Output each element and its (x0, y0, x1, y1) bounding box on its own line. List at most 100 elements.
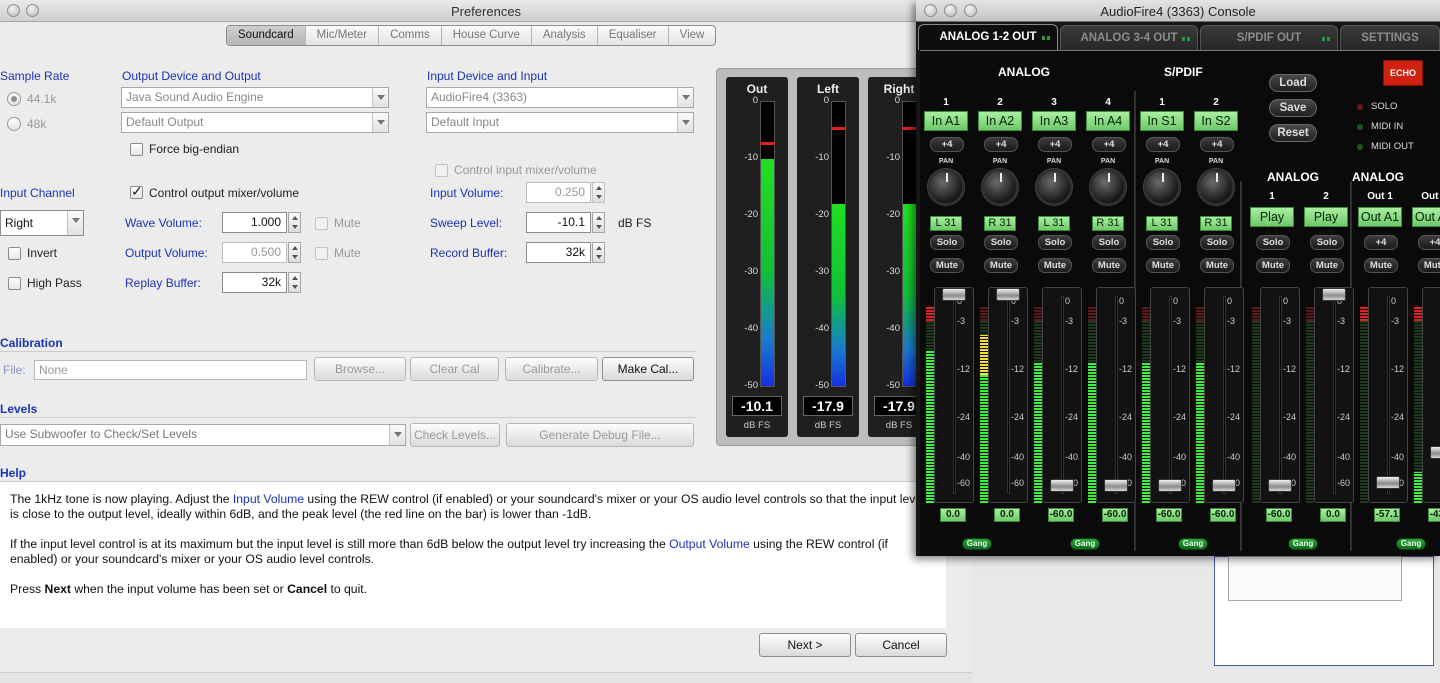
solo-button[interactable]: Solo (1256, 235, 1290, 250)
replay-buffer-field[interactable]: 32k (222, 272, 287, 293)
fader-track[interactable]: 0-3-12-24-40-60 (1422, 287, 1440, 503)
mute-button[interactable]: Mute (1310, 258, 1344, 273)
pan-knob-icon[interactable] (1144, 169, 1180, 205)
fader-track[interactable]: 0-3-12-24-40-60 (1204, 287, 1244, 503)
output-name-button[interactable]: Out A1 (1358, 207, 1402, 227)
output-device-select[interactable]: Java Sound Audio Engine (121, 87, 389, 108)
input-name-button[interactable]: In A1 (924, 111, 968, 131)
output-mute-checkbox[interactable] (315, 247, 328, 260)
output-volume-link[interactable]: Output Volume (669, 537, 750, 551)
force-big-endian-checkbox[interactable] (130, 143, 143, 156)
tab-comms[interactable]: Comms (379, 26, 442, 45)
mute-button[interactable]: Mute (930, 258, 964, 273)
input-name-button[interactable]: In A2 (978, 111, 1022, 131)
plus4-button[interactable]: +4 (984, 137, 1018, 152)
mute-button[interactable]: Mute (1038, 258, 1072, 273)
mute-button[interactable]: Mute (1364, 258, 1398, 273)
cancel-button[interactable]: Cancel (855, 633, 947, 657)
tab-equaliser[interactable]: Equaliser (598, 26, 669, 45)
wave-volume-field[interactable]: 1.000 (222, 212, 287, 233)
fader-handle[interactable] (1158, 479, 1182, 492)
clear-cal-button[interactable]: Clear Cal (410, 357, 499, 381)
check-levels-button[interactable]: Check Levels... (410, 423, 500, 447)
mute-button[interactable]: Mute (1146, 258, 1180, 273)
fader-handle[interactable] (1104, 479, 1128, 492)
gang-button[interactable]: Gang (962, 538, 992, 550)
pan-knob-icon[interactable] (1036, 169, 1072, 205)
plus4-button[interactable]: +4 (1038, 137, 1072, 152)
plus4-button[interactable]: +4 (1418, 235, 1440, 250)
plus4-button[interactable]: +4 (1146, 137, 1180, 152)
sweep-level-field[interactable]: -10.1 (526, 212, 591, 233)
input-name-button[interactable]: In A4 (1086, 111, 1130, 131)
invert-checkbox[interactable] (8, 247, 21, 260)
record-buffer-stepper[interactable] (592, 242, 605, 263)
reset-button[interactable]: Reset (1269, 124, 1317, 142)
fader-track[interactable]: 0-3-12-24-40-60 (1260, 287, 1300, 503)
fader-handle[interactable] (1430, 446, 1440, 459)
make-cal-button[interactable]: Make Cal... (602, 357, 694, 381)
fader-handle[interactable] (996, 288, 1020, 301)
mute-button[interactable]: Mute (1256, 258, 1290, 273)
input-volume-link[interactable]: Input Volume (233, 492, 304, 506)
replay-buffer-stepper[interactable] (288, 272, 301, 293)
gang-button[interactable]: Gang (1178, 538, 1208, 550)
fader-track[interactable]: 0-3-12-24-40-60 (1150, 287, 1190, 503)
solo-button[interactable]: Solo (984, 235, 1018, 250)
mute-button[interactable]: Mute (1200, 258, 1234, 273)
input-name-button[interactable]: In A3 (1032, 111, 1076, 131)
high-pass-checkbox[interactable] (8, 277, 21, 290)
generate-debug-button[interactable]: Generate Debug File... (506, 423, 694, 447)
save-button[interactable]: Save (1269, 99, 1317, 117)
tab-analog-3-4-out[interactable]: ANALOG 3-4 OUT (1060, 25, 1198, 51)
output-name-button[interactable]: Out A2 (1412, 207, 1440, 227)
fader-track[interactable]: 0-3-12-24-40-60 (1042, 287, 1082, 503)
tab-view[interactable]: View (669, 26, 716, 45)
tab-settings[interactable]: SETTINGS (1340, 25, 1440, 51)
plus4-button[interactable]: +4 (1200, 137, 1234, 152)
plus4-button[interactable]: +4 (930, 137, 964, 152)
playback-name-button[interactable]: Play A1 (1250, 207, 1294, 242)
input-channel-select[interactable]: Right (0, 210, 84, 236)
gang-button[interactable]: Gang (1396, 538, 1426, 550)
control-input-mixer-checkbox[interactable] (435, 164, 448, 177)
tab-spdif-out[interactable]: S/PDIF OUT (1200, 25, 1338, 51)
mute-button[interactable]: Mute (1418, 258, 1440, 273)
output-volume-stepper[interactable] (288, 242, 301, 263)
fader-handle[interactable] (942, 288, 966, 301)
plus4-button[interactable]: +4 (1092, 137, 1126, 152)
fader-track[interactable]: 0-3-12-24-40-60 (1368, 287, 1408, 503)
solo-button[interactable]: Solo (930, 235, 964, 250)
fader-handle[interactable] (1268, 479, 1292, 492)
solo-button[interactable]: Solo (1310, 235, 1344, 250)
fader-handle[interactable] (1322, 288, 1346, 301)
tab-soundcard[interactable]: Soundcard (227, 26, 306, 45)
tab-mic-meter[interactable]: Mic/Meter (306, 26, 380, 45)
load-button[interactable]: Load (1269, 74, 1317, 92)
browse-button[interactable]: Browse... (314, 357, 406, 381)
record-buffer-field[interactable]: 32k (526, 242, 591, 263)
input-name-button[interactable]: In S2 (1194, 111, 1238, 131)
control-output-mixer-checkbox[interactable] (130, 183, 143, 200)
pan-knob-icon[interactable] (982, 169, 1018, 205)
pan-knob-icon[interactable] (1090, 169, 1126, 205)
fader-handle[interactable] (1212, 479, 1236, 492)
calibrate-button[interactable]: Calibrate... (505, 357, 598, 381)
solo-button[interactable]: Solo (1038, 235, 1072, 250)
solo-button[interactable]: Solo (1092, 235, 1126, 250)
input-name-button[interactable]: In S1 (1140, 111, 1184, 131)
cal-file-input[interactable]: None (34, 360, 307, 380)
input-volume-field[interactable]: 0.250 (526, 182, 591, 203)
output-volume-field[interactable]: 0.500 (222, 242, 287, 263)
pan-knob-icon[interactable] (928, 169, 964, 205)
wave-mute-checkbox[interactable] (315, 217, 328, 230)
tab-analog-1-2-out[interactable]: ANALOG 1-2 OUT (918, 24, 1058, 50)
sample-rate-44k-radio[interactable] (7, 92, 21, 106)
fader-track[interactable]: 0-3-12-24-40-60 (988, 287, 1028, 503)
gang-button[interactable]: Gang (1070, 538, 1100, 550)
output-select[interactable]: Default Output (121, 112, 389, 133)
tab-house-curve[interactable]: House Curve (442, 26, 532, 45)
fader-handle[interactable] (1376, 476, 1400, 489)
solo-button[interactable]: Solo (1200, 235, 1234, 250)
playback-name-button[interactable]: Play A2 (1304, 207, 1348, 242)
